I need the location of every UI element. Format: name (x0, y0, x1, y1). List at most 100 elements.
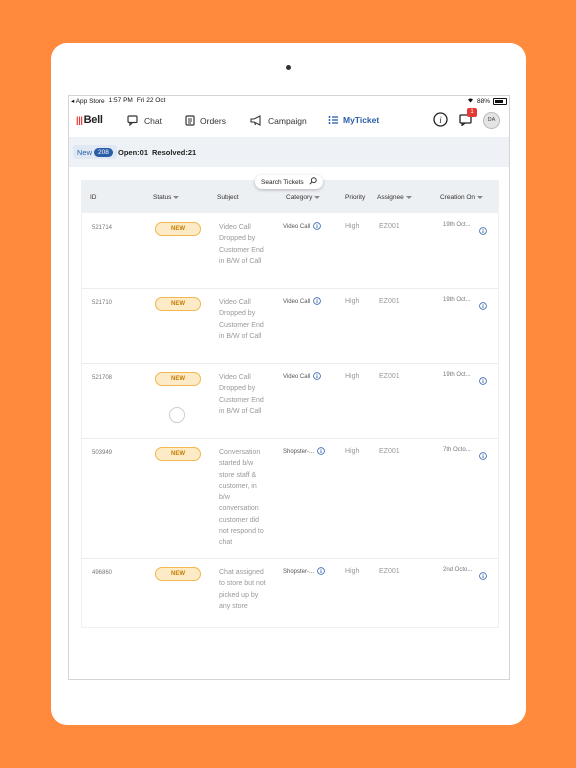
col-creation-label: Creation On (440, 194, 476, 201)
bell-logo[interactable]: |||Bell (76, 114, 103, 126)
loading-spinner (169, 407, 185, 423)
category-info-icon[interactable] (313, 297, 322, 307)
row-info-icon[interactable] (479, 447, 487, 465)
avatar[interactable]: DA (483, 112, 500, 129)
back-to-app-store[interactable]: ◂ App Store (71, 97, 105, 105)
nav-chat-label: Chat (144, 115, 162, 126)
ticket-subject: Conversation started b/w store staff & c… (219, 449, 264, 547)
search-label: Search Tickets (261, 178, 304, 186)
status-time: 1:57 PM (108, 97, 133, 104)
battery-percent: 88% (476, 97, 490, 105)
orders-icon (185, 115, 195, 126)
list-icon (328, 115, 338, 125)
notification-badge: 1 (467, 108, 477, 117)
logo-mark-icon: ||| (76, 115, 83, 125)
battery-icon (493, 97, 507, 105)
status-bar: ◂ App Store 1:57 PM Fri 22 Oct 88% (69, 96, 509, 106)
table-row[interactable]: 521708 NEW Video Call Dropped by Custome… (82, 363, 498, 439)
wifi-icon (467, 97, 474, 105)
ticket-id: 496860 (92, 570, 113, 576)
col-subject-label: Subject (217, 194, 239, 201)
table-row[interactable]: 521710 NEW Video Call Dropped by Custome… (82, 288, 498, 364)
camera-dot (286, 65, 291, 70)
col-category-label: Category (286, 194, 313, 201)
ticket-priority: High (345, 298, 360, 305)
ticket-created: 2nd Octo... (443, 567, 473, 573)
col-assignee-label: Assignee (377, 194, 404, 201)
ticket-assignee: EZ001 (379, 373, 400, 380)
category-info-icon[interactable] (317, 447, 325, 457)
top-nav: |||Bell Chat Orders Campaign MyTicket i … (69, 106, 509, 138)
logo-text: Bell (83, 114, 103, 126)
ticket-id: 503949 (92, 450, 113, 456)
row-info-icon[interactable] (479, 222, 487, 240)
ticket-subject: Video Call Dropped by Customer End in B/… (219, 299, 264, 340)
table-row[interactable]: 503949 NEW Conversation started b/w stor… (82, 438, 498, 559)
row-info-icon[interactable] (479, 567, 487, 585)
status-badge: NEW (155, 297, 201, 311)
ticket-created: 19th Oct... (443, 222, 471, 228)
tab-open[interactable]: Open:01 (118, 148, 148, 157)
status-badge: NEW (155, 567, 201, 581)
ticket-priority: High (345, 373, 360, 380)
new-count-badge: 208 (94, 147, 113, 157)
col-priority-label: Priority (345, 194, 366, 201)
col-status-label: Status (153, 194, 172, 201)
table-row[interactable]: 521714 NEW Video Call Dropped by Custome… (82, 213, 498, 289)
row-info-icon[interactable] (479, 297, 487, 315)
sort-caret-icon (405, 196, 412, 199)
ticket-created: 19th Oct... (443, 297, 471, 303)
table-row[interactable]: 496860 NEW Chat assigned to store but no… (82, 558, 498, 627)
ticket-category: Shopster-... (283, 449, 315, 455)
search-tickets-button[interactable]: Search Tickets (255, 175, 323, 189)
col-priority: Priority (345, 194, 365, 201)
ticket-table: ID Status Subject Category Priority Assi… (81, 180, 499, 628)
col-category[interactable]: Category (286, 194, 321, 201)
ticket-id: 521714 (92, 225, 113, 231)
nav-campaign[interactable]: Campaign (250, 115, 307, 126)
tab-new[interactable]: New 208 (73, 145, 117, 159)
ticket-priority: High (345, 448, 360, 455)
category-info-icon[interactable] (317, 567, 325, 577)
nav-campaign-label: Campaign (268, 115, 307, 126)
ticket-category: Shopster-... (283, 569, 315, 575)
ticket-subject: Video Call Dropped by Customer End in B/… (219, 374, 264, 415)
info-icon[interactable]: i (433, 112, 448, 132)
chat-icon (127, 115, 139, 126)
nav-orders-label: Orders (200, 115, 226, 126)
status-badge: NEW (155, 372, 201, 386)
nav-orders[interactable]: Orders (185, 115, 226, 126)
col-assignee[interactable]: Assignee (377, 194, 412, 201)
svg-text:i: i (439, 115, 442, 125)
ticket-assignee: EZ001 (379, 223, 400, 230)
ticket-category: Video Call (283, 224, 311, 230)
sort-caret-icon (314, 196, 321, 199)
nav-chat[interactable]: Chat (127, 115, 162, 126)
col-id-label: ID (90, 194, 97, 201)
category-info-icon[interactable] (313, 372, 322, 382)
ticket-category: Video Call (283, 374, 311, 380)
category-info-icon[interactable] (313, 222, 322, 232)
col-subject: Subject (217, 194, 239, 201)
notifications-button[interactable]: 1 (459, 108, 477, 131)
col-status[interactable]: Status (153, 194, 180, 201)
ticket-subject: Chat assigned to store but not picked up… (219, 569, 266, 610)
ticket-created: 7th Octo... (443, 447, 471, 453)
tab-new-label: New (77, 147, 93, 157)
ticket-assignee: EZ001 (379, 448, 400, 455)
row-info-icon[interactable] (479, 372, 487, 390)
app-screen: ◂ App Store 1:57 PM Fri 22 Oct 88% |||Be… (68, 95, 510, 680)
nav-myticket-label: MyTicket (343, 115, 380, 125)
ticket-id: 521708 (92, 375, 113, 381)
col-creation-on[interactable]: Creation On (440, 194, 484, 201)
ticket-priority: High (345, 223, 360, 230)
nav-myticket[interactable]: MyTicket (328, 115, 379, 125)
col-id: ID (90, 194, 97, 201)
ticket-subject: Video Call Dropped by Customer End in B/… (219, 224, 264, 265)
ticket-assignee: EZ001 (379, 568, 400, 575)
status-date: Fri 22 Oct (136, 97, 166, 104)
megaphone-icon (250, 115, 263, 126)
tab-resolved[interactable]: Resolved:21 (152, 148, 196, 157)
search-icon (309, 177, 317, 187)
status-badge: NEW (155, 447, 201, 461)
